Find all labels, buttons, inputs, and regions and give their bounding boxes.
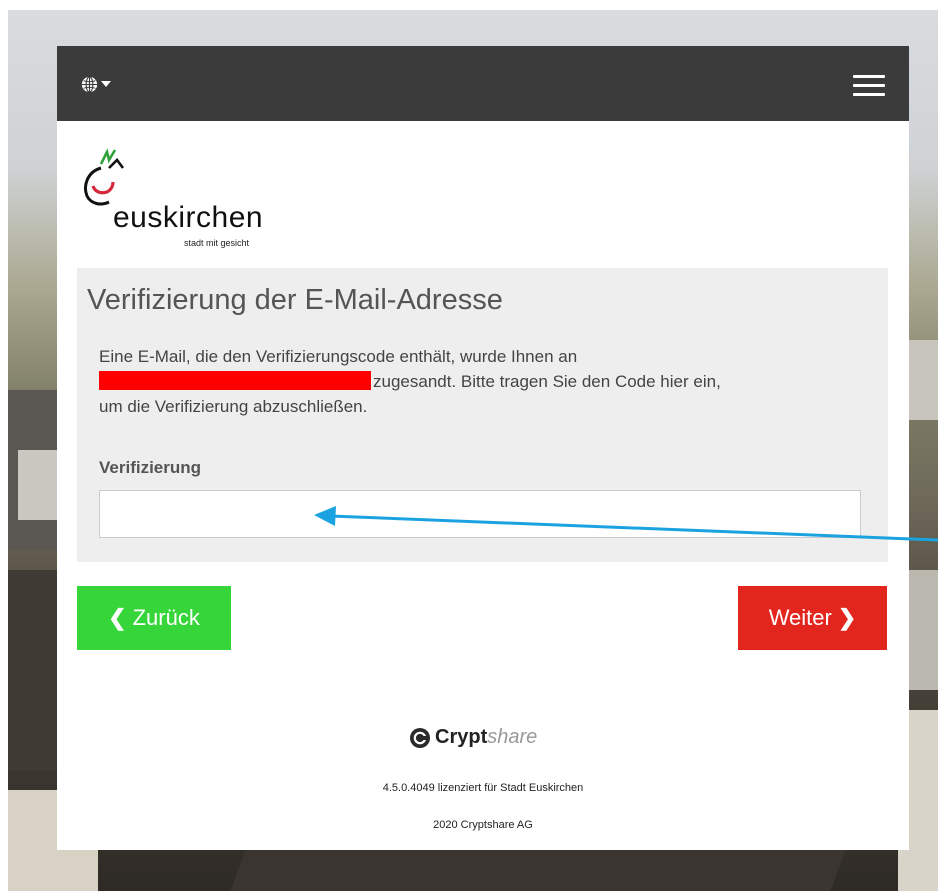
hamburger-bar [853,75,885,78]
hamburger-bar [853,84,885,87]
chevron-right-icon: ❯ [837,605,857,630]
main-card: euskirchen stadt mit gesicht Verifizieru… [57,46,909,850]
page-title: Verifizierung der E-Mail-Adresse [87,284,503,316]
cryptshare-wordmark: Cryptshare [435,726,537,749]
hamburger-bar [853,93,885,96]
brand-bold: Crypt [435,726,488,748]
back-button[interactable]: ❮ Zurück [77,586,231,650]
caret-down-icon [101,81,111,87]
redacted-email [99,371,371,390]
license-text: 4.5.0.4049 lizenziert für Stadt Euskirch… [382,782,584,794]
globe-icon [81,75,98,93]
language-selector[interactable] [81,73,111,95]
background-street [230,850,846,891]
description-line-3: um die Verifizierung abzuschließen. [99,397,368,416]
euskirchen-logo: euskirchen stadt mit gesicht [79,146,309,256]
verification-description: Eine E-Mail, die den Verifizierungscode … [99,344,859,419]
description-line-1: Eine E-Mail, die den Verifizierungscode … [99,347,578,366]
cryptshare-logo: Cryptshare [409,726,537,749]
back-button-label: Zurück [132,605,200,630]
hamburger-menu-icon[interactable] [853,75,885,96]
brand-light: share [487,726,538,748]
verification-field-label: Verifizierung [99,458,202,477]
cryptshare-icon [410,727,430,748]
chevron-left-icon: ❮ [108,605,127,630]
copyright-text: 2020 Cryptshare AG [433,819,533,831]
next-button[interactable]: Weiter ❯ [738,586,887,650]
next-button-label: Weiter [768,605,832,630]
top-navbar [57,46,909,121]
logo-wordmark: euskirchen [113,201,264,234]
logo-tagline: stadt mit gesicht [184,238,250,248]
verification-code-input[interactable] [99,490,861,538]
verification-panel: Verifizierung der E-Mail-Adresse Eine E-… [77,268,888,562]
description-line-2: zugesandt. Bitte tragen Sie den Code hie… [373,372,721,391]
